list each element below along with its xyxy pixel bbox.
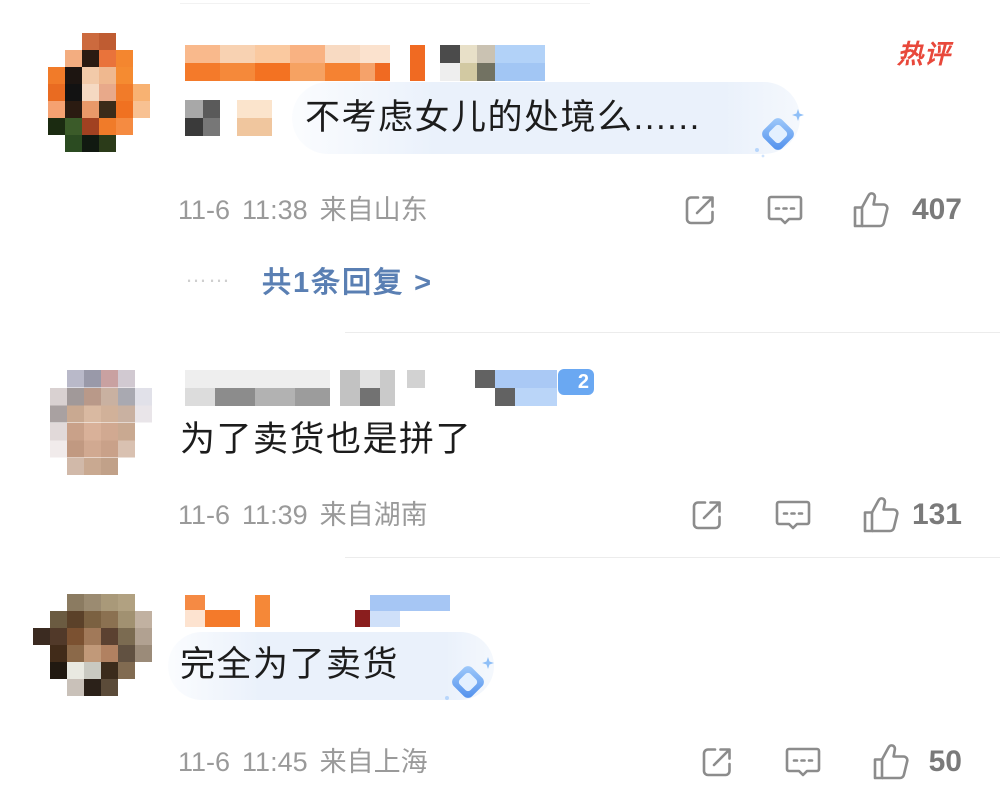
- diamond-sticker-icon: [440, 652, 496, 708]
- thumbs-up-icon: [851, 190, 891, 230]
- share-button[interactable]: [683, 193, 717, 227]
- reply-button[interactable]: [766, 193, 804, 227]
- comment-meta: 11-6 11:38 来自山东: [178, 193, 440, 227]
- like-count: 50: [928, 745, 962, 778]
- comment-location: 来自山东: [319, 195, 428, 225]
- comment-time: 11:45: [242, 747, 308, 777]
- diamond-sticker-icon: [750, 104, 806, 160]
- username-pixelated[interactable]: [185, 45, 545, 81]
- comment-date: 11-6: [178, 747, 231, 777]
- share-icon: [700, 745, 734, 779]
- comment-icon: [784, 745, 822, 779]
- username-pixelated[interactable]: [185, 595, 450, 627]
- comment-icon: [766, 193, 804, 227]
- comment-item: 2 为了卖货也是拼了 11-6 11:39 来自湖南 131: [0, 333, 1000, 557]
- reply-button[interactable]: [784, 745, 822, 779]
- avatar[interactable]: [48, 33, 150, 152]
- comment-text: 完全为了卖货: [180, 645, 400, 684]
- comment-item: 完全为了卖货 11-6 11:45 来自上海 50: [0, 558, 1000, 803]
- hot-comment-badge: 热评: [897, 39, 952, 69]
- like-count: 407: [911, 193, 962, 226]
- share-icon: [690, 498, 724, 532]
- comment-icon: [774, 498, 812, 532]
- comment-text: 不考虑女儿的处境么......: [305, 98, 701, 137]
- like-button[interactable]: 50: [871, 742, 962, 782]
- comment-item: 热评 不考虑女儿的处境么...... 11-6 11:38 来自山东 407 …… …: [0, 0, 1000, 332]
- comment-location: 来自上海: [319, 747, 428, 777]
- comment-text: 为了卖货也是拼了: [180, 420, 473, 459]
- replies-dots: ……: [185, 262, 231, 287]
- comment-meta: 11-6 11:45 来自上海: [178, 745, 440, 779]
- reply-button[interactable]: [774, 498, 812, 532]
- avatar[interactable]: [50, 370, 152, 475]
- comment-time: 11:39: [242, 500, 308, 530]
- avatar[interactable]: [33, 594, 152, 696]
- like-button[interactable]: 407: [851, 190, 962, 230]
- thumbs-up-icon: [861, 495, 901, 535]
- like-button[interactable]: 131: [861, 495, 962, 535]
- like-count: 131: [911, 498, 962, 531]
- share-button[interactable]: [690, 498, 724, 532]
- comment-date: 11-6: [178, 195, 231, 225]
- share-icon: [683, 193, 717, 227]
- comment-date: 11-6: [178, 500, 231, 530]
- comment-location: 来自湖南: [319, 500, 428, 530]
- comment-time: 11:38: [242, 195, 308, 225]
- share-button[interactable]: [700, 745, 734, 779]
- fan-level-badge: 2: [558, 369, 594, 395]
- view-replies-link[interactable]: 共1条回复 >: [262, 266, 433, 300]
- comment-meta: 11-6 11:39 来自湖南: [178, 498, 440, 532]
- pixelated-badges: [185, 100, 275, 136]
- thumbs-up-icon: [871, 742, 911, 782]
- username-pixelated[interactable]: [185, 370, 557, 406]
